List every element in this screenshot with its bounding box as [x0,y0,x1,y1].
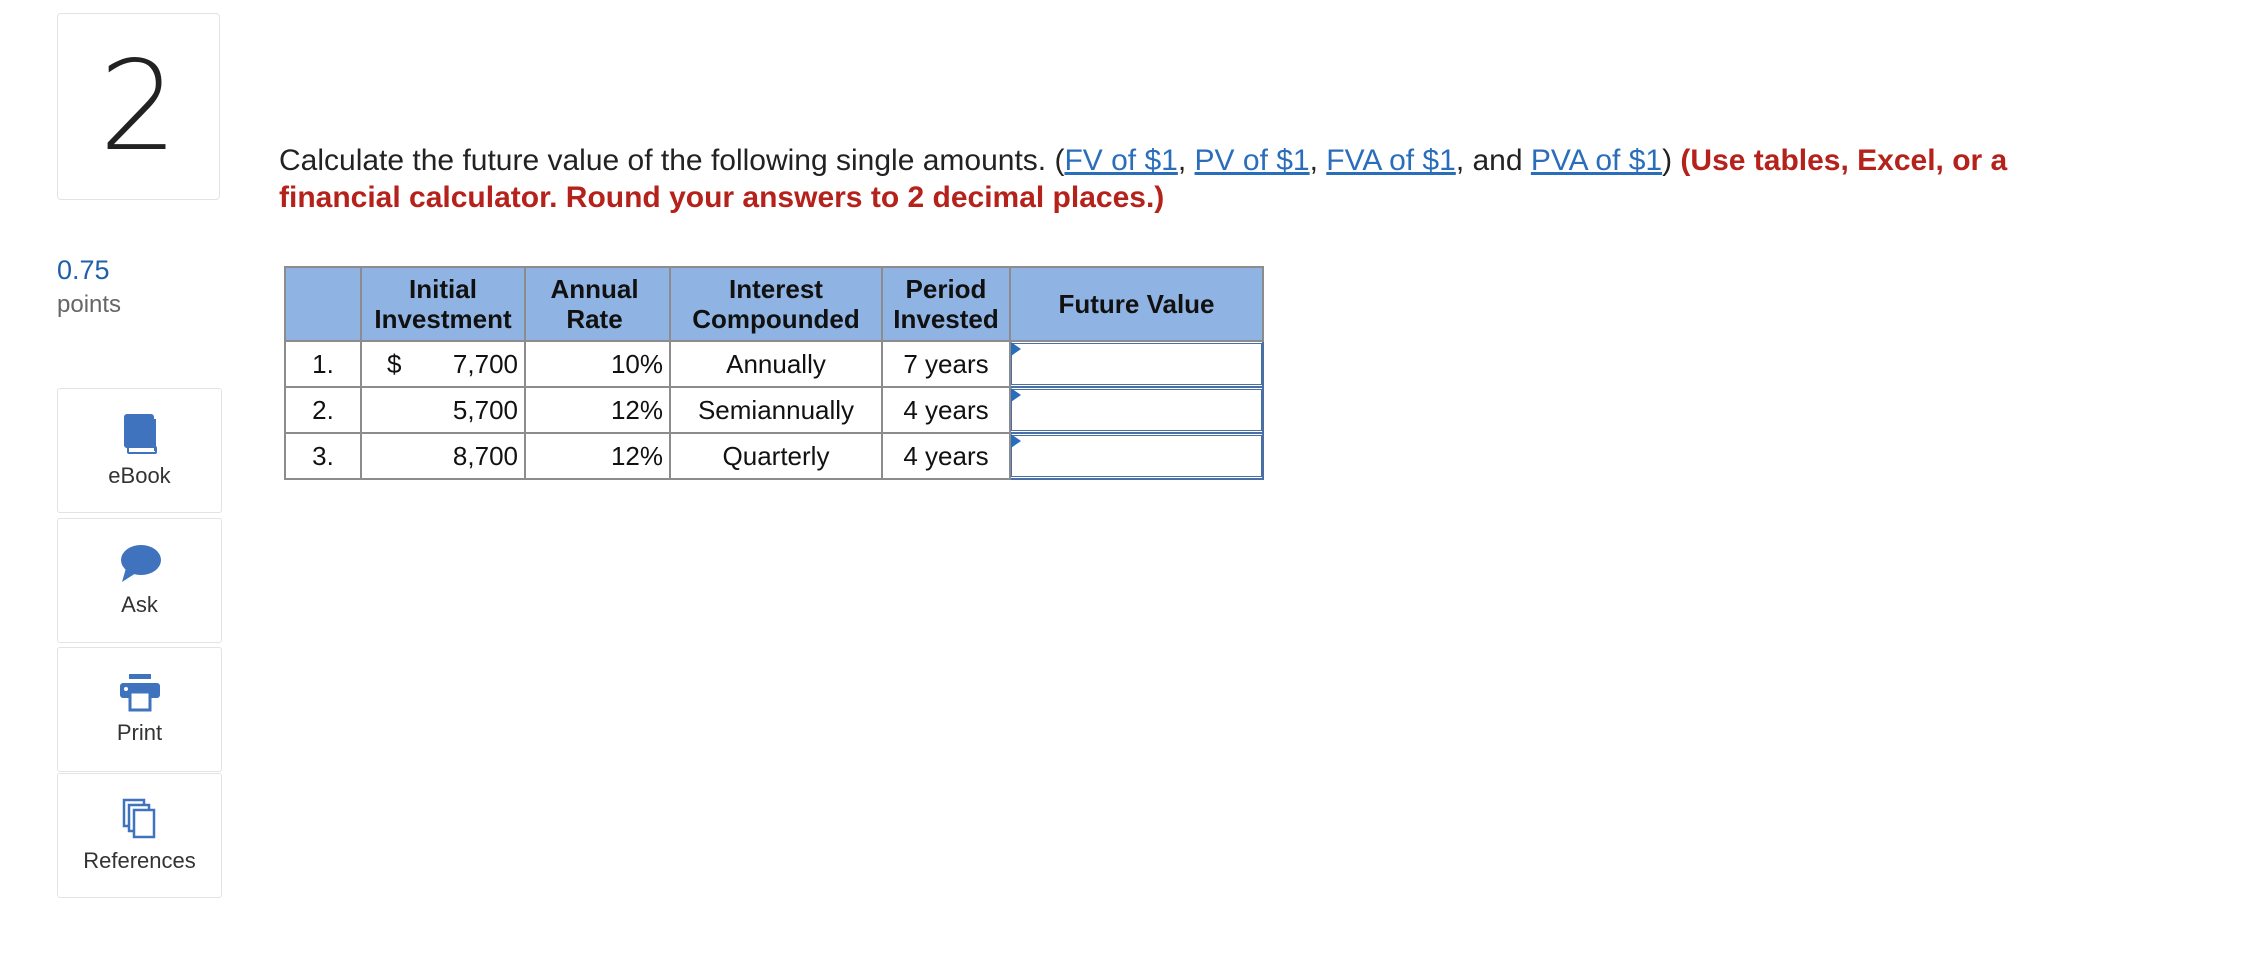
link-pv-of-1[interactable]: PV of $1 [1195,144,1310,177]
future-value-input-2[interactable] [1011,389,1262,431]
future-value-input-3[interactable] [1011,435,1262,477]
link-fv-of-1[interactable]: FV of $1 [1064,144,1177,177]
link-separator: , and [1455,144,1531,177]
future-value-cell [1009,432,1264,480]
future-value-cell [1009,340,1264,388]
header-index [284,266,362,342]
investment-value: 7,700 [452,348,518,379]
printer-icon [119,673,161,712]
cell-marker-icon [1011,388,1021,402]
documents-icon [122,798,158,840]
initial-investment-cell: 5,700 [360,386,526,434]
annual-rate-cell: 12% [524,432,671,480]
header-interest-compounded: Interest Compounded [669,266,883,342]
header-initial-investment: Initial Investment [360,266,526,342]
compounded-cell: Semiannually [669,386,883,434]
period-cell: 4 years [881,386,1011,434]
print-button[interactable]: Print [57,647,222,772]
future-value-cell [1009,386,1264,434]
question-page: 2 0.75 points eBook Ask Print References… [0,0,2256,956]
question-number: 2 [99,34,178,179]
print-label: Print [116,719,163,745]
book-icon [122,413,158,455]
ebook-button[interactable]: eBook [57,388,222,513]
annual-rate-cell: 10% [524,340,671,388]
initial-investment-cell: 8,700 [360,432,526,480]
table-row: 3. 8,700 12% Quarterly 4 years [284,432,1264,480]
link-fva-of-1[interactable]: FVA of $1 [1326,144,1456,177]
points-value: 0.75 [57,255,110,285]
chat-bubble-icon [118,544,162,584]
table-row: 1. $7,700 10% Annually 7 years [284,340,1264,388]
close-paren: ) [1662,144,1681,177]
row-index: 2. [284,386,362,434]
period-cell: 4 years [881,432,1011,480]
ask-label: Ask [121,591,158,617]
row-index: 1. [284,340,362,388]
compounded-cell: Annually [669,340,883,388]
annual-rate-cell: 12% [524,386,671,434]
cell-marker-icon [1011,434,1021,448]
ask-button[interactable]: Ask [57,518,222,643]
future-value-input-1[interactable] [1011,343,1262,385]
question-prefix: Calculate the future value of the follow… [279,144,1065,177]
initial-investment-cell: $7,700 [360,340,526,388]
table-row: 2. 5,700 12% Semiannually 4 years [284,386,1264,434]
references-label: References [83,847,196,873]
link-separator: , [1177,144,1195,177]
header-annual-rate: Annual Rate [524,266,671,342]
future-value-table: Initial Investment Annual Rate Interest Com… [284,266,1264,480]
currency-symbol: $ [387,348,402,379]
investment-value: 8,700 [452,440,518,471]
link-pva-of-1[interactable]: PVA of $1 [1531,144,1662,177]
link-separator: , [1309,144,1327,177]
header-future-value: Future Value [1009,266,1264,342]
references-button[interactable]: References [57,773,222,898]
investment-value: 5,700 [452,394,518,425]
row-index: 3. [284,432,362,480]
question-number-box: 2 [57,13,220,200]
compounded-cell: Quarterly [669,432,883,480]
period-cell: 7 years [881,340,1011,388]
points-label: points [57,291,122,318]
header-period-invested: Period Invested [881,266,1011,342]
table-header-row: Initial Investment Annual Rate Interest Com… [284,266,1264,342]
question-text: Calculate the future value of the follow… [279,142,2099,216]
ebook-label: eBook [108,462,171,488]
cell-marker-icon [1011,342,1021,356]
